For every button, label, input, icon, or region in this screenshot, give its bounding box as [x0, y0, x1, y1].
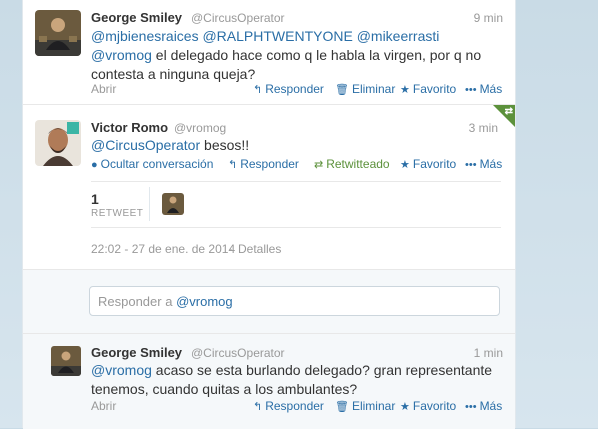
tweet-actions: ● Ocultar conversación ↰ Responder ⇄ Retwit…	[23, 157, 515, 173]
tweet-expanded[interactable]: ⇄ Victor Romo @vromog 3 min @CircusOpera…	[23, 105, 515, 269]
more-button[interactable]: ••• Más	[465, 399, 502, 413]
reply-icon: ↰	[228, 159, 238, 171]
author-handle[interactable]: @CircusOperator	[191, 11, 285, 25]
tweet-time[interactable]: 9 min	[474, 11, 503, 25]
tweet[interactable]: George Smiley @CircusOperator 9 min @mjb…	[23, 0, 515, 105]
hide-conversation-button[interactable]: ● Ocultar conversación	[91, 157, 213, 171]
tweet-time[interactable]: 3 min	[469, 121, 498, 135]
tweet-text: @vromog acaso se esta burlando delegado?…	[91, 362, 493, 397]
details-link[interactable]: Detalles	[238, 242, 281, 256]
delete-button[interactable]: 🗑 Eliminar	[335, 399, 395, 413]
reply-button[interactable]: ↰ Responder	[228, 157, 299, 171]
favorite-button[interactable]: ★ Favorito	[400, 157, 456, 171]
mention-link[interactable]: @vromog	[91, 362, 152, 378]
more-dots-icon: •••	[465, 401, 477, 413]
separator-dot: ·	[229, 242, 233, 256]
tweet[interactable]: George Smiley @CircusOperator 1 min @vro…	[23, 333, 515, 429]
more-button[interactable]: ••• Más	[465, 82, 502, 96]
tweet-text: @CircusOperator besos!!	[91, 137, 250, 153]
delete-button[interactable]: 🗑 Eliminar	[335, 82, 395, 96]
tweet-timestamp[interactable]: 22:02 - 27 de ene. de 2014	[91, 242, 235, 256]
favorite-button[interactable]: ★ Favorito	[400, 399, 456, 413]
tweet-actions: ↰ Responder 🗑 Eliminar ★ Favorito ••• Más	[23, 82, 515, 98]
more-button[interactable]: ••• Más	[465, 157, 502, 171]
retweet-icon: ⇄	[504, 106, 513, 117]
retweeted-button[interactable]: ⇄ Retwitteado	[314, 157, 390, 171]
author-name[interactable]: George Smiley	[91, 10, 182, 25]
speech-bubble-icon: ●	[91, 159, 98, 171]
tweet-actions: ↰ Responder 🗑 Eliminar ★ Favorito ••• Más	[23, 399, 515, 415]
avatar[interactable]	[35, 10, 81, 56]
reply-area: Responder a @vromog	[23, 269, 515, 334]
reply-icon: ↰	[253, 84, 263, 96]
tweet-time[interactable]: 1 min	[474, 346, 503, 360]
author-name[interactable]: George Smiley	[91, 345, 182, 360]
author-handle[interactable]: @CircusOperator	[191, 346, 285, 360]
reply-button[interactable]: ↰ Responder	[253, 82, 324, 96]
retweet-count[interactable]: 1	[91, 191, 99, 207]
star-icon: ★	[400, 159, 410, 171]
more-dots-icon: •••	[465, 84, 477, 96]
reply-input[interactable]: Responder a @vromog	[89, 286, 500, 316]
retweet-label: RETWEET	[91, 208, 144, 219]
star-icon: ★	[400, 401, 410, 413]
tweet-text: @mjbienesraices @RALPHTWENTYONE @mikeerr…	[91, 28, 482, 82]
reply-icon: ↰	[253, 401, 263, 413]
divider	[91, 227, 501, 228]
reply-button[interactable]: ↰ Responder	[253, 399, 324, 413]
divider	[149, 187, 150, 221]
mention-link[interactable]: @CircusOperator	[91, 137, 200, 153]
author-handle[interactable]: @vromog	[174, 121, 226, 135]
trash-icon: 🗑	[335, 401, 349, 413]
retweeter-avatar[interactable]	[162, 193, 184, 215]
avatar[interactable]	[51, 346, 81, 376]
trash-icon: 🗑	[335, 84, 349, 96]
divider	[91, 181, 501, 182]
author-name[interactable]: Victor Romo	[91, 120, 168, 135]
more-dots-icon: •••	[465, 159, 477, 171]
star-icon: ★	[400, 84, 410, 96]
retweet-icon: ⇄	[314, 159, 324, 171]
favorite-button[interactable]: ★ Favorito	[400, 82, 456, 96]
timeline: George Smiley @CircusOperator 9 min @mjb…	[22, 0, 516, 429]
